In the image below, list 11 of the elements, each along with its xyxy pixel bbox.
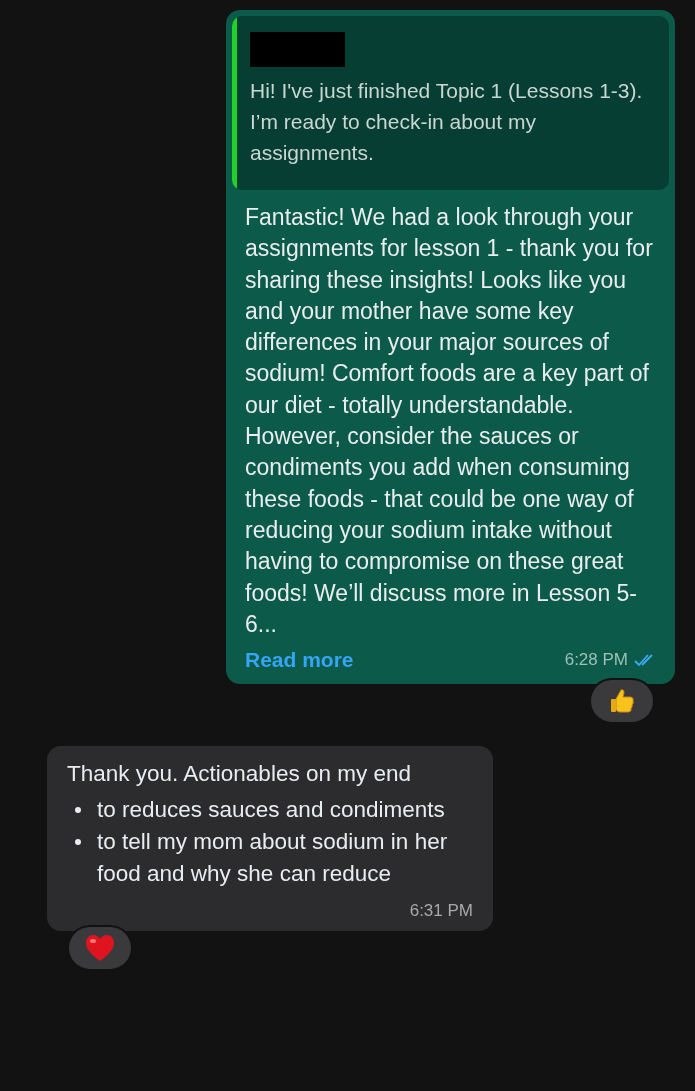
bullet-icon — [75, 806, 81, 813]
list-item-text: to reduces sauces and condiments — [97, 795, 446, 824]
quoted-message[interactable]: Hi! I've just finished Topic 1 (Lessons 1-3). I’m ready to check-in about my assignments. — [232, 16, 669, 190]
message-text: Thank you. Actionables on my end — [67, 759, 412, 788]
bullet-icon — [75, 838, 81, 845]
list-item-text: to tell my mom about sodium in her food and why she can reduce — [97, 827, 449, 888]
message-text: Fantastic! We had a look through your assignments for lesson 1 - thank you for sharing these insights! Looks like you and your mother have some key differences in your major sources of sodium! Comfort foods are a key part of our diet - totally understandable. However, consider the sauces or condiments you add when consuming these foods - that could be one way of reducing your sodium intake without having to compromise on these great foods! We’ll discuss more in Lesson 5-6... — [244, 203, 654, 639]
quoted-text: Hi! I've just finished Topic 1 (Lessons 1-3). I’m ready to check-in about my assignments. — [250, 78, 644, 166]
heart-icon — [85, 934, 115, 963]
message-time: 6:28 PM — [564, 649, 628, 672]
message-time: 6:31 PM — [409, 899, 473, 922]
